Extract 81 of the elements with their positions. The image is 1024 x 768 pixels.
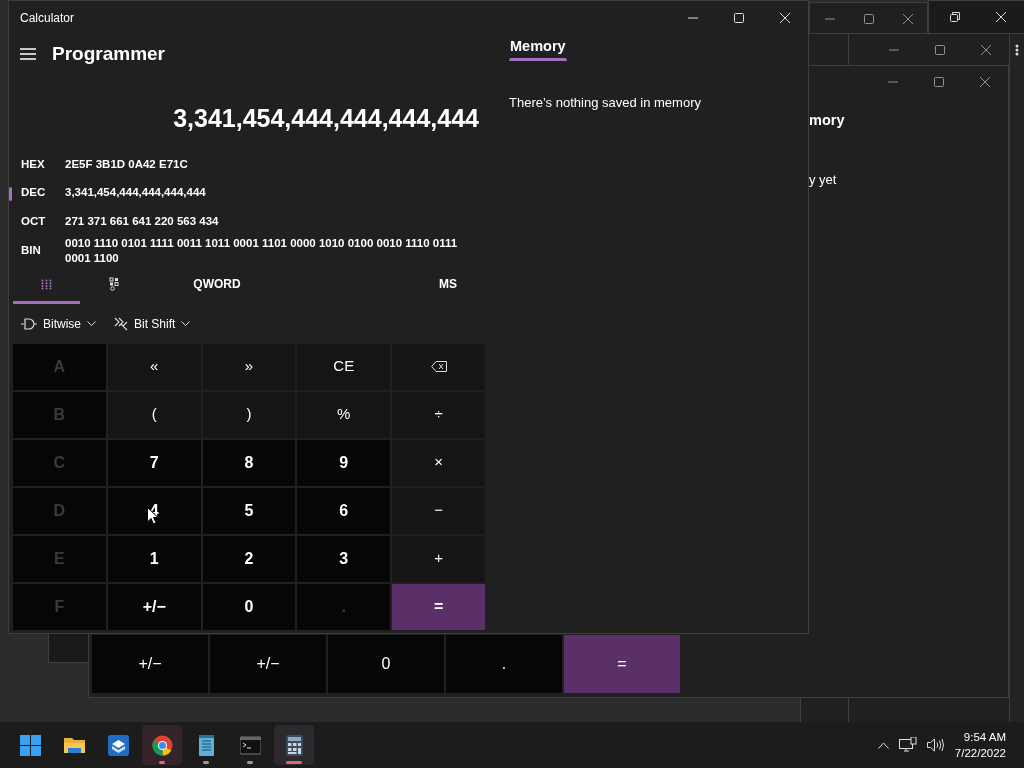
key-button[interactable]: +/− <box>210 635 326 693</box>
maximize-icon <box>734 13 744 23</box>
key-button[interactable]: ) <box>202 391 296 438</box>
window-title: Calculator <box>20 10 75 27</box>
key-button[interactable]: 5 <box>202 487 296 534</box>
key-button[interactable]: = <box>392 583 485 630</box>
key-button[interactable]: = <box>564 635 680 693</box>
display-value: 3,341,454,444,444,444,444 <box>173 102 479 134</box>
taskbar-app[interactable] <box>142 725 182 765</box>
key-button[interactable]: + <box>392 535 485 582</box>
key-button[interactable]: 7 <box>107 439 201 486</box>
key-button[interactable]: 0 <box>328 635 444 693</box>
radix-label: DEC <box>20 185 47 201</box>
calculator-icon <box>283 734 305 756</box>
taskbar-app[interactable] <box>274 725 314 765</box>
maximize-icon <box>863 14 874 24</box>
key-button[interactable]: 0 <box>202 583 296 630</box>
key-button[interactable]: − <box>392 487 485 534</box>
key-button[interactable]: 1 <box>107 535 201 582</box>
radix-label: OCT <box>20 213 47 229</box>
key-button[interactable]: 3 <box>297 535 391 582</box>
key-button[interactable]: » <box>202 343 296 390</box>
radix-row[interactable]: DEC 3,341,454,444,444,444,444 <box>9 178 487 207</box>
key-button[interactable]: CE <box>297 343 391 390</box>
radix-row[interactable]: BIN 0010 1110 0101 1111 0011 1011 0001 1101 0000 1010 0100 0010 1110 0111 0001 1100 <box>9 235 487 266</box>
key-button[interactable]: ÷ <box>392 391 485 438</box>
panel-heading: mory <box>809 111 846 130</box>
bit-grid-icon <box>109 277 120 291</box>
key-button[interactable]: % <box>297 391 391 438</box>
tab[interactable]: QWORD <box>148 267 286 304</box>
key-button[interactable]: 8 <box>202 439 296 486</box>
backspace-icon <box>430 361 447 372</box>
close-icon <box>780 13 790 23</box>
keypad-icon <box>40 278 52 290</box>
bit-shift-menu[interactable]: Bit Shift <box>114 314 191 333</box>
key-button[interactable]: 2 <box>202 535 296 582</box>
mode-title: Programmer <box>52 41 165 66</box>
terminal-icon <box>239 734 261 756</box>
chevron-down-icon <box>181 320 191 327</box>
key-button[interactable]: « <box>107 343 201 390</box>
chevron-down-icon <box>87 320 96 327</box>
key-button[interactable]: 9 <box>297 439 391 486</box>
key-button[interactable]: ( <box>107 391 201 438</box>
key-button[interactable]: +/− <box>107 583 201 630</box>
empty-memory-text: There’s nothing saved in memory <box>509 93 702 112</box>
close-icon <box>981 45 991 55</box>
chevron-up-icon[interactable] <box>877 741 889 749</box>
empty-memory-text: y yet <box>809 170 838 189</box>
browser-icon <box>151 734 173 756</box>
close-icon <box>902 14 913 24</box>
tab[interactable]: MS <box>285 267 487 304</box>
radix-row[interactable]: HEX 2E5F 3B1D 0A42 E71C <box>9 150 487 179</box>
chevrons-icon <box>114 316 128 331</box>
radix-label: BIN <box>20 242 42 258</box>
memory-tab[interactable]: Memory <box>509 35 567 61</box>
key-button: . <box>297 583 391 630</box>
clock[interactable]: 9:54 AM 7/22/2022 <box>954 729 1006 761</box>
radix-value: 271 371 661 641 220 563 434 <box>65 213 220 229</box>
key-button[interactable]: . <box>446 635 562 693</box>
menu-button[interactable] <box>20 48 36 60</box>
start-icon <box>19 734 41 756</box>
package-icon <box>107 734 129 756</box>
radix-row[interactable]: OCT 271 371 661 641 220 563 434 <box>9 207 487 236</box>
radix-label: HEX <box>20 156 46 172</box>
maximize-icon <box>935 45 945 55</box>
logic-gate-icon <box>21 317 37 330</box>
close-icon <box>980 77 990 87</box>
maximize-icon <box>934 77 944 87</box>
key-button[interactable]: +/− <box>92 635 208 693</box>
bitwise-menu[interactable]: Bitwise <box>21 314 96 333</box>
radix-value: 3,341,454,444,444,444,444 <box>65 185 207 201</box>
close-icon <box>996 12 1006 22</box>
key-button[interactable]: 6 <box>297 487 391 534</box>
radix-value: 2E5F 3B1D 0A42 E71C <box>65 156 189 172</box>
key-button[interactable]: × <box>392 439 485 486</box>
more-icon[interactable] <box>1015 44 1019 56</box>
volume-icon[interactable] <box>926 738 945 752</box>
restore-icon <box>950 12 960 22</box>
network-icon[interactable] <box>898 737 917 753</box>
menu-icon <box>20 48 36 60</box>
radix-value: 0010 1110 0101 1111 0011 1011 0001 1101 0000 1010 0100 0010 1110 0111 0001 1100 <box>65 235 459 266</box>
